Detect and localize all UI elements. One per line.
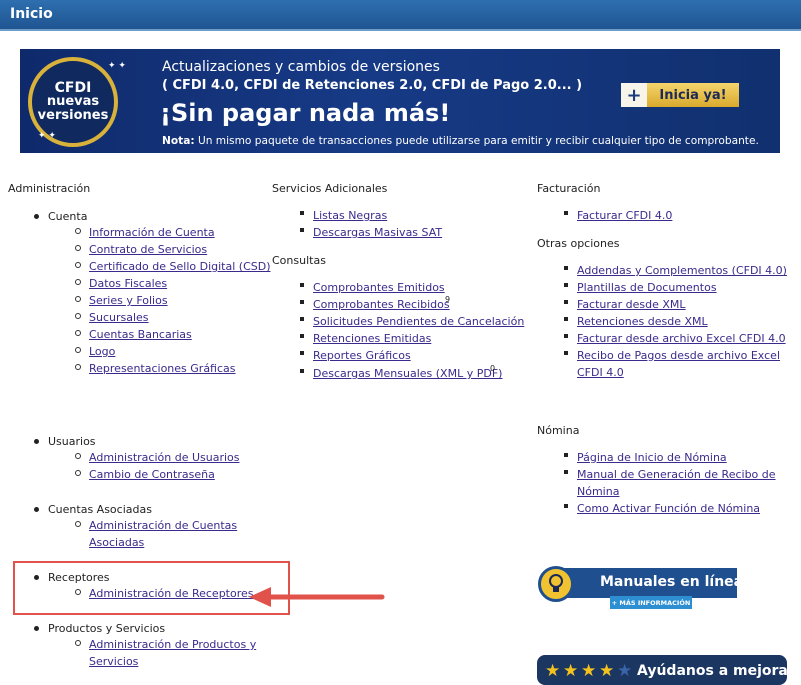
link-recibo-pagos-excel-cont[interactable]: CFDI 4.0 [577,364,624,381]
link-informacion-cuenta[interactable]: Información de Cuenta [75,224,215,241]
arrow-left-icon [249,587,385,607]
count-badge: 0 [490,364,496,373]
sparkle-icon: ✦ ✦ [108,61,126,71]
link-reportes-graficos[interactable]: Reportes Gráficos [300,347,411,364]
link-administracion-cuentas-asociadas[interactable]: Administración de Cuentas [74,517,237,534]
section-title-servicios: Servicios Adicionales [272,182,388,195]
star-icon: ★ [599,661,615,681]
section-title-nomina: Nómina [537,424,580,437]
section-title-otras-opciones: Otras opciones [537,237,620,250]
plus-icon: + [621,83,647,107]
banner-headline: ¡Sin pagar nada más! [160,99,451,127]
badge-line2: nuevas [46,94,100,109]
lightbulb-icon [538,566,574,602]
link-manual-nomina[interactable]: Manual de Generación de Recibo de [564,466,776,483]
link-comprobantes-recibidos[interactable]: Comprobantes Recibidos [300,296,450,313]
link-contrato-servicios[interactable]: Contrato de Servicios [74,241,207,258]
link-cuentas-bancarias[interactable]: Cuentas Bancarias [75,326,192,343]
section-title-administracion: Administración [8,182,91,195]
link-sucursales[interactable]: Sucursales [75,309,149,326]
section-title-facturacion: Facturación [537,182,601,195]
star-icon: ★ [617,661,633,681]
link-inicio-nomina[interactable]: Página de Inicio de Nómina [564,449,727,466]
star-icon: ★ [563,661,579,681]
link-descargas-masivas[interactable]: Descargas Masivas SAT [299,224,442,241]
link-addendas[interactable]: Addendas y Complementos (CFDI 4.0) [564,262,787,279]
star-icon: ★ [545,661,561,681]
link-activar-nomina[interactable]: Como Activar Función de Nómina [563,500,760,517]
link-facturar-cfdi[interactable]: Facturar CFDI 4.0 [563,207,672,224]
group-label-cuenta: Cuenta [33,210,88,223]
link-datos-fiscales[interactable]: Datos Fiscales [74,275,167,292]
start-now-button[interactable]: + Inicia ya! [621,83,739,107]
link-series-folios[interactable]: Series y Folios [75,292,168,309]
link-administracion-usuarios[interactable]: Administración de Usuarios [75,449,240,466]
feedback-banner[interactable]: ★ ★ ★ ★ ★ Ayúdanos a mejorar [537,655,795,685]
link-recibo-pagos-excel[interactable]: Recibo de Pagos desde archivo Excel [564,347,780,364]
link-retenciones-xml[interactable]: Retenciones desde XML [564,313,708,330]
link-comprobantes-emitidos[interactable]: Comprobantes Emitidos [300,279,445,296]
link-facturar-xml[interactable]: Facturar desde XML [564,296,686,313]
count-badge: 9 [445,295,451,304]
manuales-banner[interactable]: Manuales en línea + MÁS INFORMACIÓN [538,564,743,610]
link-logo[interactable]: Logo [74,343,115,360]
more-info-button[interactable]: + MÁS INFORMACIÓN [610,596,692,609]
link-administracion-productos[interactable]: Administración de Productos y [74,636,256,653]
link-administracion-productos-cont[interactable]: Servicios [89,653,138,670]
promo-banner[interactable]: CFDI nuevas versiones ✦ ✦ ✦ ✦ Actualizac… [20,49,780,153]
link-representaciones-graficas[interactable]: Representaciones Gráficas [75,360,236,377]
group-label-cuentas-asociadas: Cuentas Asociadas [34,503,152,516]
badge-line3: versiones [37,108,109,123]
manuales-bar: Manuales en línea [552,568,743,598]
page-title: Inicio [10,6,53,22]
page-header: Inicio [0,0,801,31]
banner-line1: Actualizaciones y cambios de versiones [162,59,440,75]
link-retenciones-emitidas[interactable]: Retenciones Emitidas [299,330,431,347]
link-descargas-mensuales[interactable]: Descargas Mensuales (XML y PDF) [299,365,502,382]
group-label-productos: Productos y Servicios [33,622,166,635]
section-title-consultas: Consultas [272,254,326,267]
start-now-label: Inicia ya! [647,83,739,107]
link-certificado-csd[interactable]: Certificado de Sello Digital (CSD) [75,258,271,275]
group-label-usuarios: Usuarios [34,435,96,448]
manuales-title: Manuales en línea [600,574,744,590]
link-solicitudes-cancelacion[interactable]: Solicitudes Pendientes de Cancelación [299,313,524,330]
link-administracion-cuentas-asociadas-cont[interactable]: Asociadas [89,534,144,551]
banner-note: Nota: Un mismo paquete de transacciones … [162,135,759,147]
link-plantillas[interactable]: Plantillas de Documentos [564,279,717,296]
note-text: Un mismo paquete de transacciones puede … [194,135,759,147]
link-manual-nomina-cont[interactable]: Nómina [577,483,619,500]
link-facturar-excel[interactable]: Facturar desde archivo Excel CFDI 4.0 [564,330,786,347]
banner-line2: ( CFDI 4.0, CFDI de Retenciones 2.0, CFD… [162,78,583,93]
link-cambio-contrasena[interactable]: Cambio de Contraseña [75,466,215,483]
link-listas-negras[interactable]: Listas Negras [299,207,387,224]
sparkle-icon: ✦ ✦ [38,131,56,141]
badge-line1: CFDI [54,80,92,96]
note-label: Nota: [162,135,195,147]
star-icon: ★ [581,661,597,681]
